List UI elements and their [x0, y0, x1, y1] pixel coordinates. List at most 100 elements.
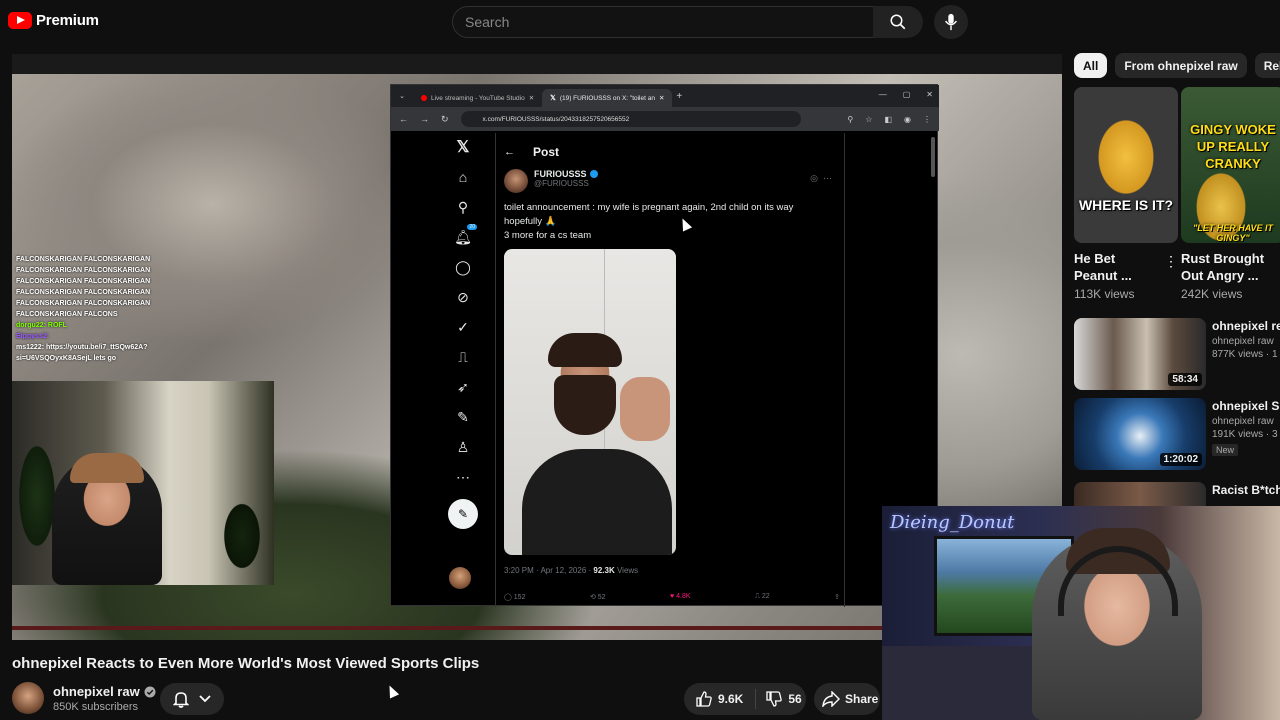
chat-line: FALCONSKARIGAN FALCONSKARIGAN	[16, 278, 151, 285]
tab-label: (19) FURIOUSSS on X: "toilet an	[559, 94, 655, 102]
chat-line: FALCONSKARIGAN FALCONSKARIGAN	[16, 267, 151, 274]
messages-icon: ◯	[455, 258, 471, 275]
like-button[interactable]: 9.6K	[684, 689, 757, 709]
chat-line: Eippyss2:	[16, 333, 50, 340]
chat-line: FALCONSKARIGAN FALCONSKARIGAN	[16, 256, 151, 263]
search-icon	[890, 14, 906, 30]
video-channel[interactable]: ohnepixel raw	[1212, 416, 1280, 427]
home-icon: ⌂	[458, 169, 468, 185]
thumbs-down-icon	[766, 691, 783, 707]
share-label: Share	[845, 692, 879, 706]
captured-browser-window: ⌄ Live streaming - YouTube Studio ✕ 𝕏 (1…	[390, 84, 939, 607]
voice-search-button[interactable]	[934, 5, 968, 39]
video-title[interactable]: Racist B*tch H Name | Finan	[1212, 482, 1280, 498]
short-card[interactable]: WHERE IS IT? He Bet Peanut ... 113K view…	[1074, 87, 1178, 301]
video-channel[interactable]: ohnepixel raw	[1212, 336, 1280, 347]
reload-icon: ↻	[441, 113, 449, 124]
author-handle: @FURIOUSSS	[534, 179, 589, 188]
dislike-count-label: 56	[788, 692, 802, 706]
short-title[interactable]: He Bet Peanut ...	[1074, 250, 1178, 284]
youtube-premium-logo[interactable]: Premium	[8, 12, 99, 29]
post-text-line: 3 more for a cs team	[504, 230, 592, 241]
photo-person-body	[522, 449, 672, 555]
photo-person-beard	[554, 375, 616, 435]
short-thumbnail[interactable]: GINGY WOKE UP REALLY CRANKY "LET HER HAV…	[1181, 87, 1280, 243]
video-title[interactable]: ohnepixel Shows ULTIMATE Im	[1212, 398, 1280, 414]
browser-scrollbar	[931, 137, 935, 177]
browser-tab-strip: ⌄ Live streaming - YouTube Studio ✕ 𝕏 (1…	[391, 85, 939, 107]
bell-icon	[173, 692, 189, 708]
post-photo	[504, 249, 676, 555]
streamer-webcam	[12, 381, 274, 585]
verified-badge-icon	[589, 170, 598, 178]
video-thumbnail[interactable]: 58:34	[1074, 318, 1206, 390]
short-more-icon[interactable]: ⋮	[1164, 253, 1178, 270]
short-views: 113K views	[1074, 287, 1135, 301]
verified-check-icon	[144, 686, 156, 697]
share-button[interactable]: Share	[814, 683, 880, 715]
maximize-icon: ▢	[902, 90, 911, 99]
explore-search-icon: ⚲	[457, 198, 469, 215]
profile-person-icon: ♙	[456, 438, 470, 455]
x-post-header: ← Post	[496, 133, 844, 163]
chat-line: FALCONSKARIGAN FALCONSKARIGAN	[16, 300, 151, 307]
browser-url: x.com/FURIOUSSS/status/20433182575206565…	[460, 111, 801, 127]
chip-from-channel[interactable]: From ohnepixel raw	[1115, 53, 1247, 78]
browser-nav: ← → ↻	[399, 114, 449, 125]
bookmark-star-icon: ☆	[865, 114, 873, 124]
author-avatar	[504, 169, 528, 193]
x-post-column: ← Post FURIOUSSS @FURIOUSSS ◎ ⋯ toilet a…	[495, 133, 845, 607]
browser-extensions: ⚲ ☆ ◧ ◉ ⋮	[847, 115, 931, 124]
search-button[interactable]	[873, 6, 923, 38]
chip-related[interactable]: Related	[1254, 53, 1280, 78]
video-title: ohnepixel Reacts to Even More World's Mo…	[12, 655, 480, 672]
recommended-video[interactable]: 1:20:02 ohnepixel Shows ULTIMATE Im ohne…	[1074, 398, 1280, 474]
bookmark-count: ⎍ 22	[755, 593, 770, 600]
repost-count-value: 52	[597, 594, 606, 601]
post-timestamp: 3:20 PM · Apr 12, 2026 ·	[504, 566, 594, 575]
chat-line: FALCONSKARIGAN FALCONSKARIGAN	[16, 289, 151, 296]
short-title[interactable]: Rust Brought Out Angry ...	[1181, 250, 1280, 284]
communities-icon: ✓	[457, 318, 469, 335]
video-info: Racist B*tch H Name | Finan	[1212, 482, 1280, 498]
browser-address-bar: ← → ↻ x.com/FURIOUSSS/status/20433182575…	[391, 107, 939, 131]
new-badge: New	[1212, 444, 1239, 456]
video-title[interactable]: ohnepixel reacts Most Viewed	[1212, 318, 1280, 334]
subscription-bell-button[interactable]	[160, 683, 224, 715]
articles-icon: ✎	[457, 408, 469, 425]
short-card[interactable]: GINGY WOKE UP REALLY CRANKY "LET HER HAV…	[1181, 87, 1280, 301]
like-count: ♥ 4.8K	[670, 593, 691, 600]
profile-icon: ◉	[904, 114, 911, 124]
bookmarks-icon: ⎍	[458, 348, 468, 365]
forward-icon: →	[420, 113, 429, 124]
grok-icon: ⊘	[457, 288, 469, 305]
channel-name-row[interactable]: ohnepixel raw	[53, 684, 156, 699]
chat-line: si=U6VSQOyxK8ASejL lets go	[16, 355, 117, 362]
channel-avatar[interactable]	[12, 682, 44, 714]
short-thumbnail[interactable]: WHERE IS IT?	[1074, 87, 1178, 243]
post-view-count: 92.3K	[593, 566, 615, 575]
subscriber-count: 850K subscribers	[53, 701, 138, 713]
search-box[interactable]	[452, 6, 874, 38]
bookmark-count-value: 22	[761, 593, 770, 600]
tab-menu-icon: ⌄	[399, 93, 405, 100]
chip-all[interactable]: All	[1074, 53, 1108, 78]
search-input[interactable]	[465, 7, 865, 37]
youtube-logo-icon	[8, 12, 32, 29]
video-duration: 1:20:02	[1159, 453, 1202, 466]
filter-chips: All From ohnepixel raw Related	[1074, 53, 1280, 78]
streamer-name-overlay: Dieing_Donut	[890, 512, 1015, 533]
stream-chat-overlay: FALCONSKARIGAN FALCONSKARIGAN FALCONSKAR…	[16, 254, 166, 364]
dislike-button[interactable]: 56	[756, 691, 811, 707]
recommended-video[interactable]: 58:34 ohnepixel reacts Most Viewed ohnep…	[1074, 318, 1280, 394]
back-icon: ←	[399, 113, 408, 124]
compose-post-button: ✎	[448, 499, 478, 529]
brand-label: Premium	[36, 12, 99, 29]
chat-line: ms1222: https://youtu.be/i7_ttSQw62A?	[16, 344, 148, 351]
reply-count: ◯ 152	[504, 594, 526, 601]
close-window-icon: ✕	[926, 90, 933, 99]
channel-name[interactable]: ohnepixel raw	[53, 684, 140, 699]
new-tab-icon: +	[676, 90, 683, 102]
video-thumbnail[interactable]: 1:20:02	[1074, 398, 1206, 470]
mouse-cursor	[384, 683, 400, 699]
